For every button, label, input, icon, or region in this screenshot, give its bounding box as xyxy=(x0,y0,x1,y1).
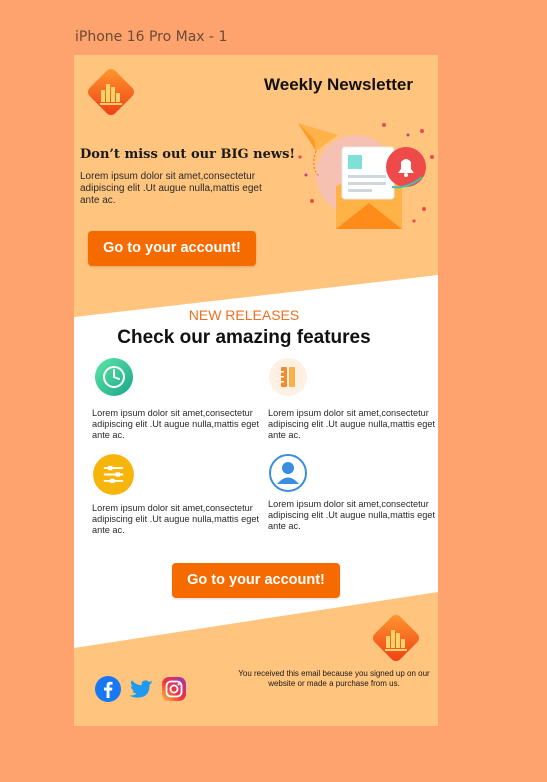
feature-description: Lorem ipsum dolor sit amet,consectetur a… xyxy=(92,408,260,440)
ruler-pencil-icon xyxy=(269,358,307,396)
feature-description: Lorem ipsum dolor sit amet,consectetur a… xyxy=(92,503,260,535)
brand-logo-icon xyxy=(88,69,134,115)
footer-note: You received this email because you sign… xyxy=(238,669,430,688)
newsletter-title: Weekly Newsletter xyxy=(264,75,413,94)
newsletter-envelope-illustration xyxy=(298,123,434,229)
section-kicker: NEW RELEASES xyxy=(188,307,300,323)
hero-body-text: Lorem ipsum dolor sit amet,consectetur a… xyxy=(80,171,262,206)
hero-headline: Don’t miss out our BIG news! xyxy=(80,147,296,162)
clock-icon xyxy=(95,358,133,396)
feature-description: Lorem ipsum dolor sit amet,consectetur a… xyxy=(268,408,436,440)
facebook-icon[interactable] xyxy=(95,676,121,702)
go-to-account-button-bottom[interactable]: Go to your account! xyxy=(172,563,340,598)
twitter-icon[interactable] xyxy=(128,677,154,703)
brand-logo-icon xyxy=(373,615,419,661)
section-title: Check our amazing features xyxy=(117,327,371,348)
canvas-frame-label: iPhone 16 Pro Max - 1 xyxy=(75,29,228,45)
instagram-icon[interactable] xyxy=(161,676,187,702)
user-icon xyxy=(269,454,307,492)
feature-description: Lorem ipsum dolor sit amet,consectetur a… xyxy=(268,499,436,531)
go-to-account-button-top[interactable]: Go to your account! xyxy=(88,231,256,266)
newsletter-frame: Weekly Newsletter Don’t miss out our BIG… xyxy=(74,55,438,726)
sliders-icon xyxy=(93,454,134,495)
